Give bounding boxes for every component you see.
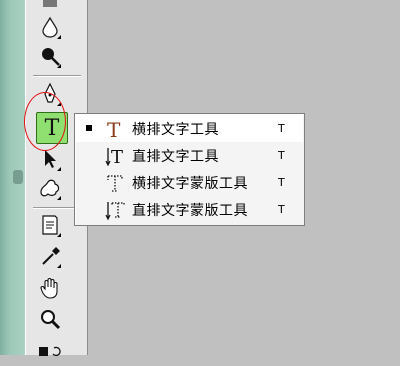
menu-item-shortcut: T xyxy=(278,176,285,189)
tool-eyedropper[interactable] xyxy=(36,242,64,270)
menu-item-shortcut: T xyxy=(278,203,285,216)
submenu-indicator-icon xyxy=(57,196,61,200)
submenu-indicator-icon xyxy=(57,264,61,268)
tool-notes[interactable] xyxy=(36,211,64,239)
svg-text:T: T xyxy=(111,147,123,168)
menu-item-shortcut: T xyxy=(278,149,285,162)
submenu-indicator-icon xyxy=(57,233,61,237)
tool-custom-shape[interactable] xyxy=(36,174,64,202)
menu-item-vertical-type[interactable]: T 直排文字工具 T xyxy=(76,142,303,169)
menu-item-horizontal-type[interactable]: T 横排文字工具 T xyxy=(76,115,303,142)
svg-text:T: T xyxy=(107,118,121,140)
hand-icon xyxy=(40,278,58,299)
menu-item-label: 横排文字工具 xyxy=(132,121,219,138)
partial-icon xyxy=(43,0,57,7)
menu-item-shortcut: T xyxy=(278,122,285,135)
menu-item-label: 直排文字蒙版工具 xyxy=(132,202,248,219)
vertical-type-mask-icon xyxy=(104,198,126,222)
menu-item-label: 直排文字工具 xyxy=(132,148,219,165)
color-swatch-icon xyxy=(39,346,61,357)
tool-color-swatches[interactable] xyxy=(36,338,64,366)
horizontal-type-mask-icon xyxy=(104,171,126,195)
tool-blur[interactable] xyxy=(36,13,64,41)
selected-bullet-icon xyxy=(86,125,92,131)
document-artifact xyxy=(13,170,23,184)
document-edge xyxy=(0,0,25,355)
highlight-circle xyxy=(24,92,66,151)
vertical-type-icon: T xyxy=(104,144,126,168)
zoom-icon xyxy=(41,310,61,330)
menu-item-label: 横排文字蒙版工具 xyxy=(132,175,248,192)
tool-zoom[interactable] xyxy=(36,305,64,333)
tool-hand[interactable] xyxy=(36,274,64,302)
type-tool-flyout-menu: T 横排文字工具 T T 直排文字工具 T 横排文字蒙版工具 T 直排文字蒙版工… xyxy=(74,113,305,226)
submenu-indicator-icon xyxy=(57,167,61,171)
submenu-indicator-icon xyxy=(57,64,61,68)
tool-separator xyxy=(33,75,81,77)
horizontal-type-icon: T xyxy=(104,117,126,141)
menu-item-horizontal-type-mask[interactable]: 横排文字蒙版工具 T xyxy=(76,169,303,196)
menu-item-vertical-type-mask[interactable]: 直排文字蒙版工具 T xyxy=(76,196,303,223)
tool-burn[interactable] xyxy=(36,42,64,70)
submenu-indicator-icon xyxy=(57,35,61,39)
